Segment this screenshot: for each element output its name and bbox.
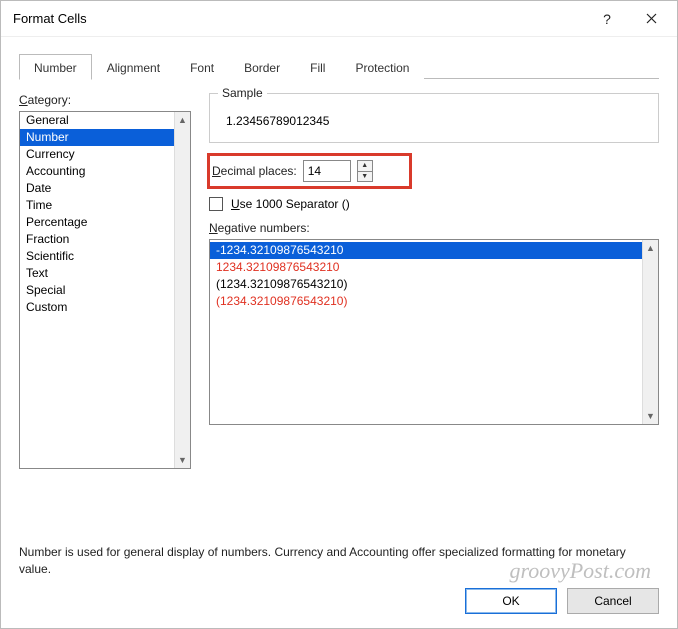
- sample-value: 1.23456789012345: [222, 112, 646, 130]
- help-button[interactable]: ?: [585, 4, 629, 34]
- titlebar: Format Cells ?: [1, 1, 677, 37]
- category-item-date[interactable]: Date: [20, 180, 174, 197]
- category-column: Category: General Number Currency Accoun…: [19, 93, 191, 526]
- category-item-accounting[interactable]: Accounting: [20, 163, 174, 180]
- category-item-general[interactable]: General: [20, 112, 174, 129]
- spin-down-button[interactable]: ▼: [358, 172, 372, 182]
- category-item-text[interactable]: Text: [20, 265, 174, 282]
- category-item-number[interactable]: Number: [20, 129, 174, 146]
- scroll-down-icon[interactable]: ▼: [643, 408, 658, 424]
- dialog-content: Number Alignment Font Border Fill Protec…: [1, 37, 677, 628]
- category-item-custom[interactable]: Custom: [20, 299, 174, 316]
- spin-up-button[interactable]: ▲: [358, 161, 372, 172]
- category-item-percentage[interactable]: Percentage: [20, 214, 174, 231]
- negative-item-1[interactable]: 1234.32109876543210: [210, 259, 642, 276]
- tab-fill[interactable]: Fill: [295, 54, 340, 80]
- category-listbox[interactable]: General Number Currency Accounting Date …: [19, 111, 191, 469]
- tab-number-body: Category: General Number Currency Accoun…: [19, 79, 659, 526]
- category-item-scientific[interactable]: Scientific: [20, 248, 174, 265]
- category-item-time[interactable]: Time: [20, 197, 174, 214]
- category-label: Category:: [19, 93, 191, 107]
- tab-protection[interactable]: Protection: [340, 54, 424, 80]
- decimal-places-label: Decimal places:: [212, 164, 297, 178]
- tab-border[interactable]: Border: [229, 54, 295, 80]
- tab-number[interactable]: Number: [19, 54, 92, 80]
- category-item-currency[interactable]: Currency: [20, 146, 174, 163]
- scroll-up-icon[interactable]: ▲: [175, 112, 190, 128]
- decimal-places-row: Decimal places: ▲ ▼: [207, 153, 412, 189]
- negative-numbers-label: Negative numbers:: [209, 221, 659, 235]
- negative-numbers-listbox[interactable]: -1234.32109876543210 1234.32109876543210…: [209, 239, 659, 425]
- negative-scrollbar[interactable]: ▲ ▼: [642, 240, 658, 424]
- category-item-fraction[interactable]: Fraction: [20, 231, 174, 248]
- tab-strip: Number Alignment Font Border Fill Protec…: [19, 53, 659, 79]
- negative-item-0[interactable]: -1234.32109876543210: [210, 242, 642, 259]
- ok-button[interactable]: OK: [465, 588, 557, 614]
- scroll-down-icon[interactable]: ▼: [175, 452, 190, 468]
- category-item-special[interactable]: Special: [20, 282, 174, 299]
- format-cells-dialog: Format Cells ? Number Alignment Font Bor…: [0, 0, 678, 629]
- negative-item-2[interactable]: (1234.32109876543210): [210, 276, 642, 293]
- thousand-separator-row: Use 1000 Separator (): [209, 197, 659, 211]
- decimal-places-input[interactable]: [303, 160, 351, 182]
- window-title: Format Cells: [13, 11, 585, 26]
- sample-legend: Sample: [218, 86, 267, 100]
- dialog-buttons: OK Cancel: [19, 578, 659, 614]
- scroll-up-icon[interactable]: ▲: [643, 240, 658, 256]
- cancel-button[interactable]: Cancel: [567, 588, 659, 614]
- negative-item-3[interactable]: (1234.32109876543210): [210, 293, 642, 310]
- settings-column: Sample 1.23456789012345 Decimal places: …: [209, 93, 659, 526]
- format-description: Number is used for general display of nu…: [19, 544, 659, 578]
- category-scrollbar[interactable]: ▲ ▼: [174, 112, 190, 468]
- tab-alignment[interactable]: Alignment: [92, 54, 175, 80]
- tab-font[interactable]: Font: [175, 54, 229, 80]
- thousand-separator-label: Use 1000 Separator (): [231, 197, 350, 211]
- close-icon: [646, 13, 657, 24]
- close-button[interactable]: [629, 4, 673, 34]
- decimal-spin-buttons: ▲ ▼: [357, 160, 373, 182]
- sample-fieldset: Sample 1.23456789012345: [209, 93, 659, 143]
- thousand-separator-checkbox[interactable]: [209, 197, 223, 211]
